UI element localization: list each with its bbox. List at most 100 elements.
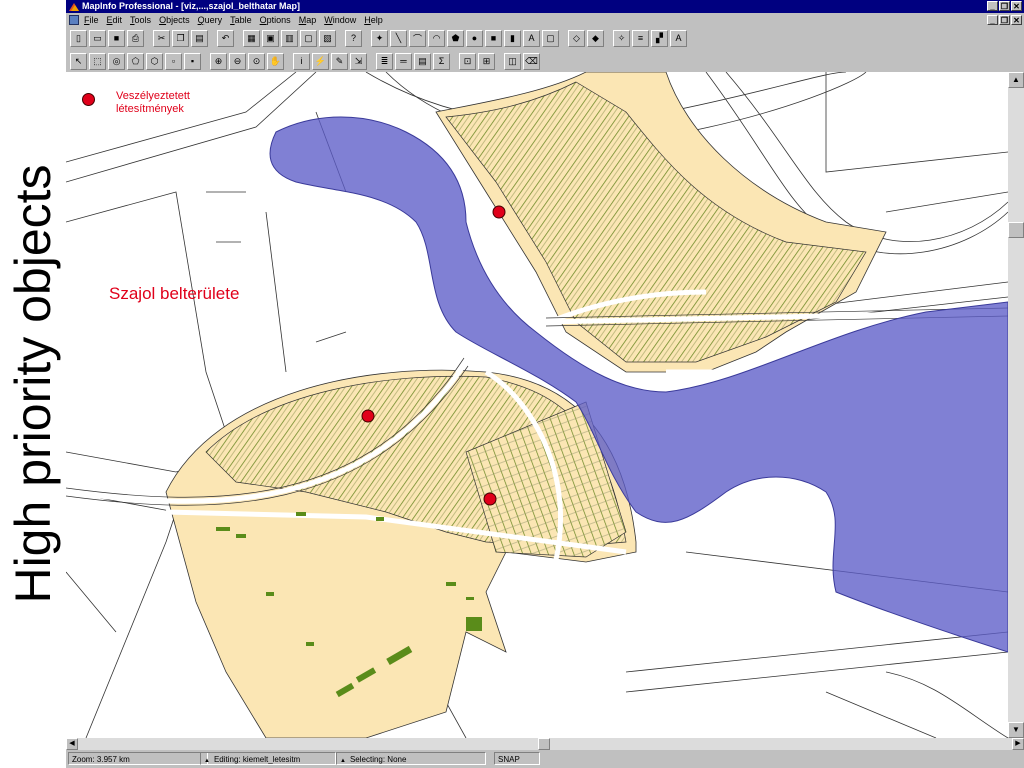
scroll-right-button[interactable]: ▶ (1012, 738, 1024, 750)
priority-point-3[interactable] (483, 492, 497, 506)
open-button[interactable]: ▭ (89, 29, 106, 47)
marquee-button[interactable]: ⬚ (89, 52, 106, 70)
cut-button[interactable]: ✂ (153, 29, 170, 47)
document-icon[interactable] (69, 15, 79, 25)
menu-options[interactable]: Options (260, 13, 291, 27)
info-button[interactable]: i (293, 52, 310, 70)
legend-icon: ▤ (418, 55, 427, 66)
legend-button[interactable]: ▤ (414, 52, 431, 70)
statistics-button[interactable]: Σ (433, 52, 450, 70)
help-button[interactable]: ? (345, 29, 362, 47)
unselect-button[interactable]: ▫ (165, 52, 182, 70)
save-button[interactable]: ■ (108, 29, 125, 47)
menu-help[interactable]: Help (364, 13, 383, 27)
horizontal-scrollbar[interactable]: ◀ ▶ (66, 738, 1024, 750)
doc-restore-button[interactable]: ❐ (999, 15, 1010, 25)
undo-button[interactable]: ↶ (217, 29, 234, 47)
set-target-button[interactable]: ⊞ (478, 52, 495, 70)
status-selecting[interactable]: ▲ Selecting: None (336, 752, 486, 765)
layer-control-button[interactable]: ≣ (376, 52, 393, 70)
ruler-button[interactable]: ═ (395, 52, 412, 70)
text-button[interactable]: A (523, 29, 540, 47)
close-button[interactable]: ✕ (1011, 1, 1022, 11)
change-view-button[interactable]: ⊙ (248, 52, 265, 70)
title-bar: MapInfo Professional - [viz,...,szajol_b… (66, 0, 1024, 13)
clip-button[interactable]: ⊡ (459, 52, 476, 70)
priority-point-1[interactable] (492, 205, 506, 219)
scroll-up-button[interactable]: ▲ (1008, 72, 1024, 88)
scroll-down-button[interactable]: ▼ (1008, 722, 1024, 738)
priority-point-2[interactable] (361, 409, 375, 423)
doc-close-button[interactable]: ✕ (1011, 15, 1022, 25)
map-button[interactable]: ▣ (262, 29, 279, 47)
menu-table[interactable]: Table (230, 13, 252, 27)
horizontal-scroll-thumb[interactable] (538, 738, 550, 750)
drag-window-button[interactable]: ⇲ (350, 52, 367, 70)
map-area-label: Szajol belterülete (109, 284, 240, 303)
polygon-select-button[interactable]: ⬠ (127, 52, 144, 70)
menu-objects[interactable]: Objects (159, 13, 190, 27)
ellipse-button[interactable]: ● (466, 29, 483, 47)
menu-map[interactable]: Map (299, 13, 317, 27)
reshape-button[interactable]: ◇ (568, 29, 585, 47)
status-zoom[interactable]: Zoom: 3.957 km (68, 752, 208, 765)
rounded-rect-icon: ▮ (510, 32, 515, 43)
paste-button[interactable]: ▤ (191, 29, 208, 47)
paste-icon: ▤ (195, 32, 204, 43)
status-snap[interactable]: SNAP (494, 752, 540, 765)
select-button[interactable]: ↖ (70, 52, 87, 70)
change-view-icon: ⊙ (252, 55, 261, 66)
menu-edit[interactable]: Edit (107, 13, 123, 27)
map-view[interactable]: Veszélyeztetett létesítmények Szajol bel… (66, 72, 1008, 738)
line-button[interactable]: ╲ (390, 29, 407, 47)
text-icon: A (528, 33, 535, 43)
map-canvas[interactable] (66, 72, 1008, 738)
symbol-style-button[interactable]: ✧ (613, 29, 630, 47)
print-button[interactable]: ⎙ (127, 29, 144, 47)
status-editing[interactable]: ▲ Editing: kiemelt_letesitm (200, 752, 336, 765)
vertical-scrollbar[interactable]: ▲ ▼ (1008, 72, 1024, 738)
doc-minimize-button[interactable]: _ (987, 15, 998, 25)
zoom-out-button[interactable]: ⊖ (229, 52, 246, 70)
split-button[interactable]: ◫ (504, 52, 521, 70)
new-button[interactable]: ▯ (70, 29, 87, 47)
polyline-button[interactable]: ⌒ (409, 29, 426, 47)
menu-tools[interactable]: Tools (130, 13, 151, 27)
arc-button[interactable]: ◠ (428, 29, 445, 47)
grabber-icon: ✋ (269, 55, 282, 66)
map-icon: ▣ (266, 32, 275, 43)
line-style-button[interactable]: ≡ (632, 29, 649, 47)
minimize-button[interactable]: _ (987, 1, 998, 11)
clip-icon: ⊡ (463, 55, 472, 66)
text-style-button[interactable]: A (670, 29, 687, 47)
polygon-button[interactable]: ⬟ (447, 29, 464, 47)
menu-window[interactable]: Window (324, 13, 356, 27)
menu-query[interactable]: Query (198, 13, 223, 27)
scroll-left-button[interactable]: ◀ (66, 738, 78, 750)
browser-button[interactable]: ▦ (243, 29, 260, 47)
frame-button[interactable]: ▢ (542, 29, 559, 47)
copy-icon: ❐ (176, 32, 185, 43)
add-node-button[interactable]: ◆ (587, 29, 604, 47)
vertical-scroll-thumb[interactable] (1008, 222, 1024, 238)
symbol-button[interactable]: ✦ (371, 29, 388, 47)
maximize-button[interactable]: ❐ (999, 1, 1010, 11)
hotlink-button[interactable]: ⚡ (312, 52, 329, 70)
rectangle-button[interactable]: ■ (485, 29, 502, 47)
graph-button[interactable]: ▥ (281, 29, 298, 47)
erase-button[interactable]: ⌫ (523, 52, 540, 70)
region-style-button[interactable]: ▞ (651, 29, 668, 47)
graph-select-button[interactable]: ▪ (184, 52, 201, 70)
rounded-rect-button[interactable]: ▮ (504, 29, 521, 47)
grabber-button[interactable]: ✋ (267, 52, 284, 70)
redistrict-button[interactable]: ▧ (319, 29, 336, 47)
marquee-icon: ⬚ (93, 55, 102, 66)
layout-button[interactable]: ▢ (300, 29, 317, 47)
boundary-select-button[interactable]: ⬡ (146, 52, 163, 70)
copy-button[interactable]: ❐ (172, 29, 189, 47)
label-button[interactable]: ✎ (331, 52, 348, 70)
zoom-out-icon: ⊖ (233, 55, 242, 66)
radius-button[interactable]: ◎ (108, 52, 125, 70)
zoom-in-button[interactable]: ⊕ (210, 52, 227, 70)
menu-file[interactable]: File (84, 13, 99, 27)
